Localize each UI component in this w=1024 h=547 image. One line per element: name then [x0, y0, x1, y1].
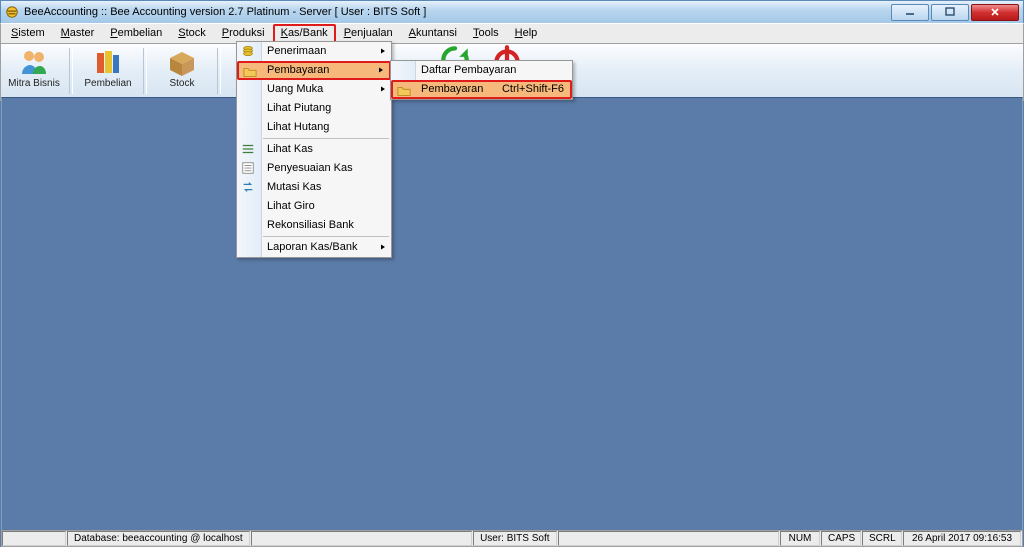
coins-icon [241, 44, 257, 60]
status-blank [2, 531, 66, 546]
menu-pembelian[interactable]: Pembelian [102, 24, 170, 43]
shortcut-label: Ctrl+Shift-F6 [502, 82, 564, 97]
submenu-arrow-icon [380, 42, 387, 61]
menu-bar: Sistem Master Pembelian Stock Produksi K… [0, 23, 1024, 44]
status-database: Database: beeaccounting @ localhost [67, 531, 250, 546]
toolbar-divider [143, 48, 147, 94]
submenu-arrow-icon [380, 238, 387, 257]
menu-sistem[interactable]: Sistem [3, 24, 53, 43]
minimize-button[interactable] [891, 4, 929, 21]
dropdown-kas-bank: Penerimaan PembayaranPembayaranUang Muka… [236, 41, 392, 258]
tool-label: Stock [169, 78, 194, 89]
submenu-item-pembayaran[interactable]: PembayaranCtrl+Shift-F6 [391, 80, 572, 99]
books-icon [92, 46, 124, 78]
menu-item-uang-muka[interactable]: Uang Muka [237, 80, 391, 99]
toolbar-divider [217, 48, 221, 94]
status-datetime: 26 April 2017 09:16:53 [903, 531, 1021, 546]
status-user: User: BITS Soft [473, 531, 556, 546]
lines-icon [241, 142, 257, 158]
menu-item-mutasi-kas[interactable]: Mutasi Kas [237, 178, 391, 197]
menu-akuntansi[interactable]: Akuntansi [401, 24, 465, 43]
menu-tools[interactable]: Tools [465, 24, 507, 43]
maximize-button[interactable] [931, 4, 969, 21]
menu-item-lihat-hutang[interactable]: Lihat Hutang [237, 118, 391, 137]
menu-help[interactable]: Help [507, 24, 546, 43]
menu-item-lihat-kas[interactable]: Lihat Kas [237, 140, 391, 159]
menu-master[interactable]: Master [53, 24, 103, 43]
menu-separator [263, 236, 389, 237]
tool-label: Mitra Bisnis [8, 78, 60, 89]
status-num: NUM [780, 531, 820, 546]
toolbar-divider [69, 48, 73, 94]
menu-item-pembayaran[interactable]: Pembayaran [237, 61, 391, 80]
menu-stock[interactable]: Stock [170, 24, 214, 43]
close-button[interactable] [971, 4, 1019, 21]
status-caps: CAPS [821, 531, 861, 546]
app-icon [5, 5, 19, 19]
menu-item-lihat-giro[interactable]: Lihat Giro [237, 197, 391, 216]
sheet-icon [241, 161, 257, 177]
status-bar: Database: beeaccounting @ localhost User… [1, 530, 1023, 547]
app-window: BeeAccounting :: Bee Accounting version … [0, 0, 1024, 547]
menu-item-rekonsiliasi-bank[interactable]: Rekonsiliasi Bank [237, 216, 391, 235]
submenu-arrow-icon [380, 80, 387, 99]
tool-stock[interactable]: Stock [149, 46, 215, 96]
submenu-pembayaran: Daftar PembayaranPembayaranCtrl+Shift-F6 [390, 60, 573, 100]
swap-icon [241, 180, 257, 196]
tool-label: Pembelian [84, 78, 131, 89]
folder-icon [243, 65, 259, 81]
title-bar[interactable]: BeeAccounting :: Bee Accounting version … [0, 0, 1024, 23]
menu-separator [263, 138, 389, 139]
workspace [1, 97, 1023, 531]
status-spacer [558, 531, 779, 546]
status-scrl: SCRL [862, 531, 902, 546]
submenu-arrow-icon [378, 63, 385, 78]
status-spacer [251, 531, 472, 546]
folder-icon [397, 84, 413, 100]
menu-item-penyesuaian-kas[interactable]: Penyesuaian Kas [237, 159, 391, 178]
window-title: BeeAccounting :: Bee Accounting version … [24, 6, 426, 18]
menu-item-lihat-piutang[interactable]: Lihat Piutang [237, 99, 391, 118]
box-icon [166, 46, 198, 78]
tool-pembelian[interactable]: Pembelian [75, 46, 141, 96]
tool-mitra-bisnis[interactable]: Mitra Bisnis [1, 46, 67, 96]
submenu-item-daftar-pembayaran[interactable]: Daftar Pembayaran [391, 61, 572, 80]
people-icon [18, 46, 50, 78]
menu-item-laporan-kas-bank[interactable]: Laporan Kas/Bank [237, 238, 391, 257]
menu-item-penerimaan-pembayaran[interactable]: Penerimaan Pembayaran [237, 42, 391, 61]
